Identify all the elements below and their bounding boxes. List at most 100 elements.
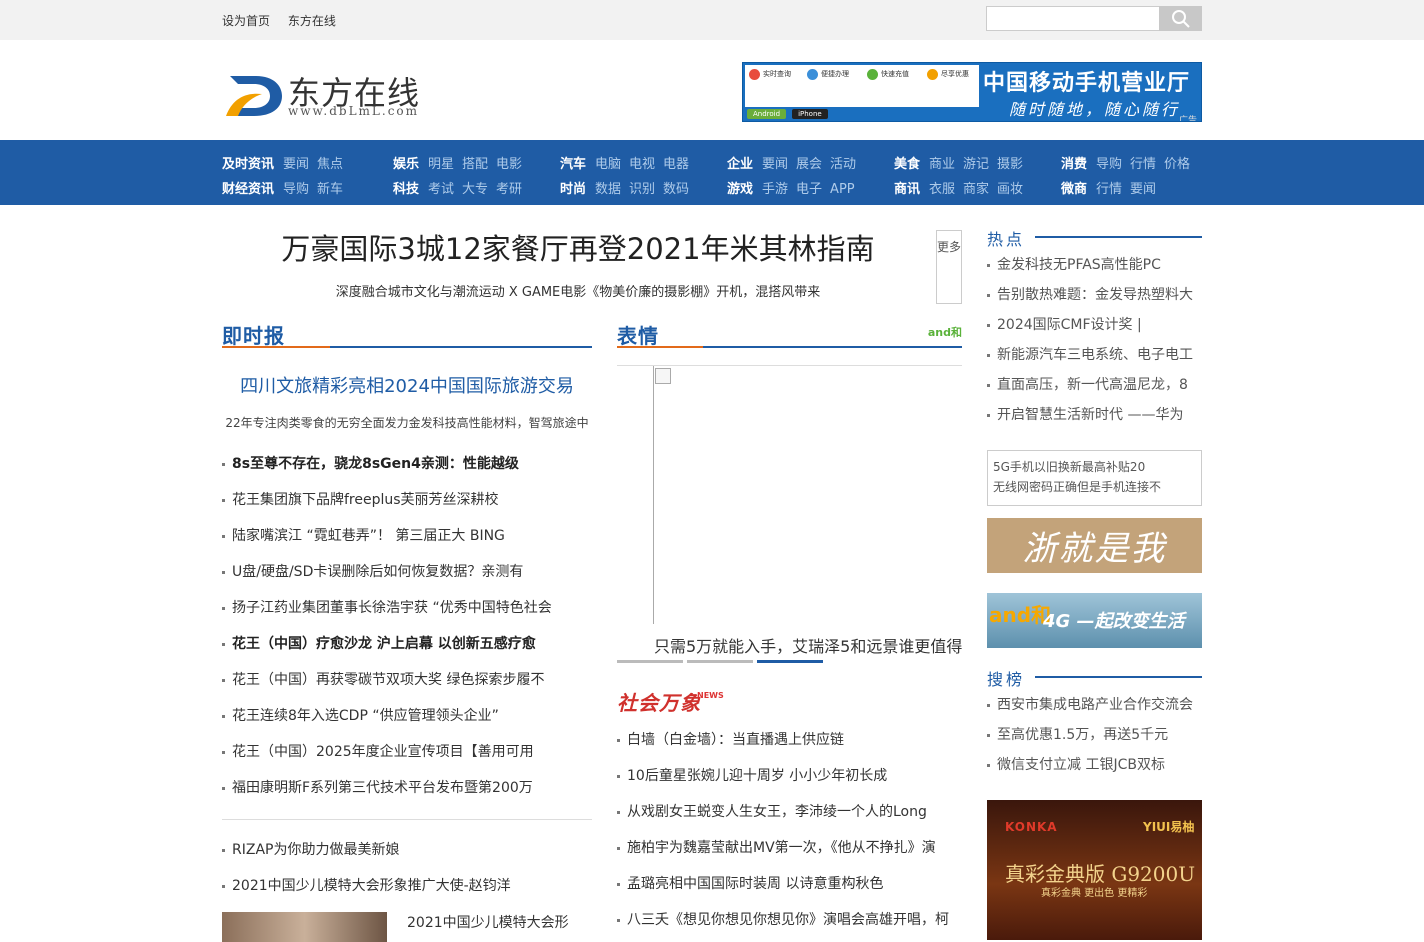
list-item[interactable]: 花王（中国）疗愈沙龙 沪上启幕 以创新五感疗愈 — [222, 626, 592, 662]
list-item[interactable]: 2021中国少儿模特大会形象推广大使-赵钧洋 — [222, 868, 592, 904]
nav-main-link[interactable]: 及时资讯 — [222, 157, 274, 172]
list-item[interactable]: 开启智慧生活新时代 ——华为 — [987, 397, 1202, 427]
nav-main-link[interactable]: 商讯 — [894, 182, 920, 197]
list-item[interactable]: 10后童星张婉儿迎十周岁 小小少年初长成 — [617, 758, 962, 794]
zhejiang-ad[interactable]: 浙就是我 — [987, 518, 1202, 573]
nav-sub-link[interactable]: 展会 — [796, 157, 822, 172]
nav-main-link[interactable]: 游戏 — [727, 182, 753, 197]
list-item[interactable]: 从戏剧女王蜕变人生女王，李沛绫一个人的Long — [617, 794, 962, 830]
list-item[interactable]: 金发科技无PFAS高性能PC — [987, 247, 1202, 277]
list-item[interactable]: RIZAP为你助力做最美新娘 — [222, 832, 592, 868]
nav-sub-link[interactable]: 明星 — [428, 157, 454, 172]
nav-sub-link[interactable]: 大专 — [462, 182, 488, 197]
nav-sub-link[interactable]: 电视 — [629, 157, 655, 172]
nav-main-link[interactable]: 企业 — [727, 157, 753, 172]
nav-main-link[interactable]: 时尚 — [560, 182, 586, 197]
list-item[interactable]: 告别散热难题：金发导热塑料大 — [987, 277, 1202, 307]
nav-sub-link[interactable]: 导购 — [283, 182, 309, 197]
quick-recharge-icon — [867, 69, 878, 80]
nav-main-link[interactable]: 财经资讯 — [222, 182, 274, 197]
nav-sub-link[interactable]: 衣服 — [929, 182, 955, 197]
and-4g-ad[interactable]: and和 4G —起改变生活 — [987, 593, 1202, 648]
news-thumbnail-image[interactable] — [222, 912, 387, 942]
slider-dot-active[interactable] — [757, 660, 823, 663]
list-item[interactable]: 微信支付立减 工银JCB双标 — [987, 747, 1202, 777]
list-item[interactable]: 施柏宇为魏嘉莹献出MV第一次，《他从不挣扎》演 — [617, 830, 962, 866]
slider-dot[interactable] — [617, 660, 683, 663]
site-logo[interactable]: 东方在线 www.dbLmL.com — [224, 66, 439, 122]
list-item[interactable]: 花王集团旗下品牌freeplus芙丽芳丝深耕校 — [222, 482, 592, 518]
list-item[interactable]: 直面高压，新一代高温尼龙，8 — [987, 367, 1202, 397]
slider-dots — [617, 660, 962, 663]
list-item[interactable]: 扬子江药业集团董事长徐浩宇获 “优秀中国特色社会 — [222, 590, 592, 626]
nav-sub-link[interactable]: 行情 — [1096, 182, 1122, 197]
headline-title[interactable]: 万豪国际3城12家餐厅再登2021年米其林指南 — [222, 226, 934, 268]
list-item[interactable]: 福田康明斯F系列第三代技术平台发布暨第200万 — [222, 770, 592, 806]
nav-main-link[interactable]: 科技 — [393, 182, 419, 197]
nav-sub-link[interactable]: 游记 — [963, 157, 989, 172]
more-button[interactable]: 更多 — [936, 230, 962, 304]
instant-feature-title[interactable]: 四川文旅精彩亮相2024中国国际旅游交易 — [222, 372, 592, 398]
list-item[interactable]: 花王（中国）2025年度企业宣传项目【善用可用 — [222, 734, 592, 770]
nav-sub-link[interactable]: 识别 — [629, 182, 655, 197]
nav-group: 及时资讯 要闻 焦点 财经资讯 导购 新车 — [222, 152, 351, 202]
nav-sub-link[interactable]: 考试 — [428, 182, 454, 197]
list-item[interactable]: 新能源汽车三电系统、电子电工 — [987, 337, 1202, 367]
nav-sub-link[interactable]: 要闻 — [1130, 182, 1156, 197]
hot-box-item[interactable]: 无线网密码正确但是手机连接不 — [993, 477, 1196, 497]
nav-sub-link[interactable]: 电影 — [496, 157, 522, 172]
nav-sub-link[interactable]: 要闻 — [283, 157, 309, 172]
nav-sub-link[interactable]: 活动 — [830, 157, 856, 172]
search-box — [986, 6, 1202, 31]
site-name-link[interactable]: 东方在线 — [288, 14, 336, 28]
slider-dot[interactable] — [687, 660, 753, 663]
nav-sub-link[interactable]: 新车 — [317, 182, 343, 197]
nav-sub-link[interactable]: 考研 — [496, 182, 522, 197]
thumbnail-caption[interactable]: 2021中国少儿模特大会形 — [407, 912, 569, 932]
nav-sub-link[interactable]: 价格 — [1164, 157, 1190, 172]
search-button[interactable] — [1159, 6, 1202, 31]
nav-group: 企业 要闻 展会 活动 游戏 手游 电子 APP — [727, 152, 864, 202]
society-list: 白墙（白金墙）：当直播遇上供应链 10后童星张婉儿迎十周岁 小小少年初长成 从戏… — [617, 722, 962, 938]
list-item[interactable]: 孟璐亮相中国国际时装周 以诗意重构秋色 — [617, 866, 962, 902]
list-item[interactable]: 2024国际CMF设计奖 | — [987, 307, 1202, 337]
nav-sub-link[interactable]: 数码 — [663, 182, 689, 197]
list-item[interactable]: 白墙（白金墙）：当直播遇上供应链 — [617, 722, 962, 758]
nav-main-link[interactable]: 汽车 — [560, 157, 586, 172]
nav-sub-link[interactable]: 手游 — [762, 182, 788, 197]
nav-sub-link[interactable]: 画妆 — [997, 182, 1023, 197]
nav-sub-link[interactable]: 商业 — [929, 157, 955, 172]
nav-main-link[interactable]: 美食 — [894, 157, 920, 172]
list-item[interactable]: 8s至尊不存在，骁龙8sGen4亲测：性能越级 — [222, 446, 592, 482]
list-item[interactable]: 至高优惠1.5万，再送5千元 — [987, 717, 1202, 747]
hot-box-item[interactable]: 5G手机以旧换新最高补贴20 — [993, 457, 1196, 477]
nav-sub-link[interactable]: 要闻 — [762, 157, 788, 172]
nav-sub-link[interactable]: APP — [830, 182, 855, 197]
list-item[interactable]: U盘/硬盘/SD卡误删除后如何恢复数据？亲测有 — [222, 554, 592, 590]
nav-sub-link[interactable]: 电器 — [663, 157, 689, 172]
nav-sub-link[interactable]: 搭配 — [462, 157, 488, 172]
search-input[interactable] — [987, 7, 1159, 30]
nav-main-link[interactable]: 消费 — [1061, 157, 1087, 172]
list-item[interactable]: 花王连续8年入选CDP “供应管理领头企业” — [222, 698, 592, 734]
set-homepage-link[interactable]: 设为首页 — [222, 14, 270, 28]
nav-sub-link[interactable]: 行情 — [1130, 157, 1156, 172]
expression-image[interactable] — [617, 365, 962, 625]
nav-main-link[interactable]: 微商 — [1061, 182, 1087, 197]
china-mobile-ad[interactable]: 实时查询 便捷办理 快速充值 尽享优惠 Android iPhone 中国移动手… — [742, 62, 1202, 122]
nav-sub-link[interactable]: 摄影 — [997, 157, 1023, 172]
expression-caption[interactable]: 只需5万就能入手，艾瑞泽5和远景谁更值得 — [654, 633, 962, 657]
nav-sub-link[interactable]: 电子 — [796, 182, 822, 197]
nav-sub-link[interactable]: 数据 — [595, 182, 621, 197]
ad-app-badges: Android iPhone — [747, 109, 828, 119]
list-item[interactable]: 花王（中国）再获零碳节双项大奖 绿色探索步履不 — [222, 662, 592, 698]
nav-sub-link[interactable]: 导购 — [1096, 157, 1122, 172]
headline-subtitle[interactable]: 深度融合城市文化与潮流运动 X GAME电影《物美价廉的摄影棚》开机，混搭风带来 — [222, 281, 934, 300]
list-item[interactable]: 陆家嘴滨江 “霓虹巷弄”！ 第三届正大 BING — [222, 518, 592, 554]
nav-sub-link[interactable]: 焦点 — [317, 157, 343, 172]
list-item[interactable]: 西安市集成电路产业合作交流会 — [987, 687, 1202, 717]
konka-ad[interactable]: KONKA YIUI易柚 真彩金典版 G9200U 真彩金典 更出色 更精彩 — [987, 800, 1202, 940]
nav-sub-link[interactable]: 电脑 — [595, 157, 621, 172]
nav-main-link[interactable]: 娱乐 — [393, 157, 419, 172]
nav-sub-link[interactable]: 商家 — [963, 182, 989, 197]
